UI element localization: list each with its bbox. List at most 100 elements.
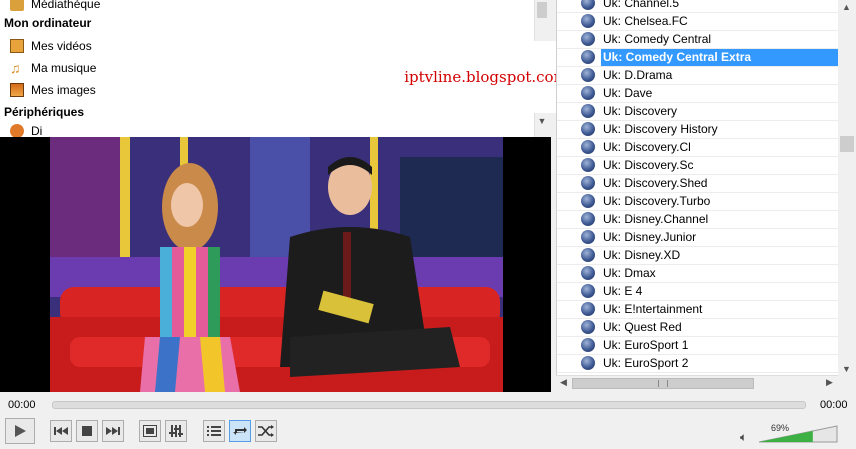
shuffle-icon [258, 425, 274, 437]
playlist-item-label: Uk: Discovery History [603, 122, 718, 136]
playlist-item[interactable]: Uk: D.Drama [557, 66, 839, 85]
loop-icon [233, 427, 247, 435]
sidebar-item-my-videos[interactable]: Mes vidéos [10, 36, 92, 56]
playlist-item-label: Uk: Quest Red [603, 320, 682, 334]
globe-icon [581, 284, 595, 298]
playlist-item-label: Uk: Discovery.Shed [603, 176, 708, 190]
chevron-right-icon[interactable]: ▶ [826, 377, 833, 388]
volume-percentage: 69% [771, 423, 790, 433]
playlist-item[interactable]: Uk: EuroSport 2 [557, 354, 839, 373]
playlist-item[interactable]: Uk: Dave [557, 84, 839, 103]
globe-icon [581, 86, 595, 100]
globe-icon [581, 212, 595, 226]
library-icon [10, 0, 24, 11]
sidebar-item-label: Médiathèque [31, 0, 101, 11]
playlist-item-label: Uk: Disney.Channel [603, 212, 709, 226]
playlist-icon [207, 426, 221, 436]
sidebar-item-label: Di [31, 124, 43, 137]
playlist-item[interactable]: Uk: Disney.XD [557, 246, 839, 265]
playlist-item[interactable]: Uk: Dmax [557, 264, 839, 283]
globe-icon [581, 338, 595, 352]
playlist-item[interactable]: Uk: Discovery.Shed [557, 174, 839, 193]
devices-heading: Périphériques [4, 105, 85, 119]
music-note-icon: ♫ [10, 60, 21, 76]
playlist-item-label: Uk: EuroSport 1 [603, 338, 689, 352]
playlist-item[interactable]: Uk: Discovery.Sc [557, 156, 839, 175]
playlist-item[interactable]: Uk: Comedy Central [557, 30, 839, 49]
next-icon [106, 427, 120, 435]
sidebar-item-label: Mes images [31, 83, 96, 97]
globe-icon [581, 266, 595, 280]
my-computer-heading: Mon ordinateur [4, 16, 92, 30]
playlist-item-label: Uk: Dave [603, 86, 653, 100]
playlist-vertical-scroll-thumb[interactable] [840, 136, 854, 152]
playlist-item[interactable]: Uk: EuroSport 1 [557, 336, 839, 355]
globe-icon [581, 194, 595, 208]
stop-button[interactable] [76, 420, 98, 442]
playlist-item-label: Uk: Comedy Central Extra [601, 48, 839, 66]
image-icon [10, 83, 24, 97]
playlist-item-label: Uk: Discovery.Turbo [603, 194, 711, 208]
remaining-time[interactable]: 00:00 [820, 399, 848, 411]
playlist-vertical-scrollbar[interactable] [838, 0, 856, 375]
playlist-item[interactable]: Uk: Quest Red [557, 318, 839, 337]
playlist-item-label: Uk: Dmax [603, 266, 656, 280]
globe-icon [581, 32, 595, 46]
playlist-item[interactable]: Uk: Disney.Junior [557, 228, 839, 247]
previous-icon [54, 427, 68, 435]
playlist-item[interactable]: Uk: E 4 [557, 282, 839, 301]
stop-icon [82, 426, 92, 436]
playlist-item[interactable]: Uk: Discovery.Turbo [557, 192, 839, 211]
fullscreen-icon [143, 425, 157, 437]
sidebar-item-my-music[interactable]: ♫ Ma musique [10, 58, 96, 78]
shuffle-button[interactable] [255, 420, 277, 442]
next-button[interactable] [102, 420, 124, 442]
speaker-icon[interactable]: 🔈︎ [740, 430, 747, 445]
chevron-down-icon[interactable]: ▼ [537, 116, 547, 128]
extended-settings-button[interactable] [165, 420, 187, 442]
chevron-left-icon[interactable]: ◀ [560, 377, 567, 388]
playlist-toggle-button[interactable] [203, 420, 225, 442]
playlist-item-label: Uk: E!ntertainment [603, 302, 703, 316]
play-button[interactable] [5, 418, 35, 444]
playlist-item-label: Uk: Disney.Junior [603, 230, 697, 244]
chevron-up-icon[interactable]: ▲ [842, 2, 851, 12]
loop-button[interactable] [229, 420, 251, 442]
video-frame-image [50, 137, 503, 392]
equalizer-icon [169, 425, 183, 437]
playlist-horizontal-scroll-thumb[interactable] [572, 378, 754, 389]
disc-icon [10, 124, 24, 137]
playlist-item-selected[interactable]: Uk: Comedy Central Extra [557, 48, 839, 67]
chevron-down-icon[interactable]: ▼ [842, 364, 851, 374]
video-output[interactable] [0, 137, 551, 392]
previous-button[interactable] [50, 420, 72, 442]
playlist-item[interactable]: Uk: Discovery [557, 102, 839, 121]
globe-icon [581, 230, 595, 244]
playlist-item-label: Uk: Discovery.Sc [603, 158, 694, 172]
playlist-item-label: Uk: Discovery.Cl [603, 140, 691, 154]
globe-icon [581, 122, 595, 136]
playlist-item-label: Uk: Chelsea.FC [603, 14, 688, 28]
sidebar-item-media-library[interactable]: Médiathèque [10, 0, 100, 14]
playlist-item[interactable]: Uk: Discovery.Cl [557, 138, 839, 157]
sidebar-scroll-thumb[interactable] [537, 2, 547, 18]
fullscreen-button[interactable] [139, 420, 161, 442]
film-icon [10, 39, 24, 53]
playlist-item[interactable]: Uk: E!ntertainment [557, 300, 839, 319]
playlist-item-label: Uk: Discovery [603, 104, 678, 118]
sidebar-item-my-images[interactable]: Mes images [10, 80, 96, 100]
playlist-item[interactable]: Uk: Chelsea.FC [557, 12, 839, 31]
sidebar-item-label: Mes vidéos [31, 39, 92, 53]
elapsed-time: 00:00 [8, 399, 36, 411]
sidebar-item-disc[interactable]: Di [10, 121, 42, 137]
globe-icon [581, 68, 595, 82]
volume-slider[interactable] [757, 423, 839, 443]
seek-slider[interactable] [52, 401, 806, 409]
playlist-item[interactable]: Uk: Disney.Channel [557, 210, 839, 229]
sidebar-item-label: Ma musique [31, 61, 97, 75]
globe-icon [581, 104, 595, 118]
playlist-item[interactable]: Uk: Discovery History [557, 120, 839, 139]
globe-icon [581, 320, 595, 334]
globe-icon [581, 50, 595, 64]
globe-icon [581, 356, 595, 370]
